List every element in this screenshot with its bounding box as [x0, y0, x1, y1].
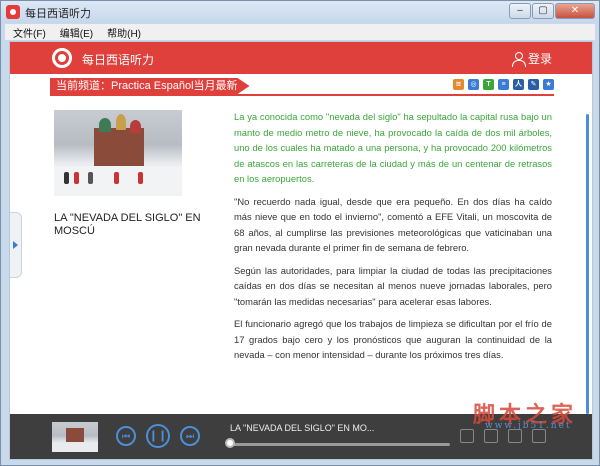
article-paragraph: Según las autoridades, para limpiar la c… [234, 264, 552, 307]
progress-handle[interactable] [225, 438, 235, 448]
next-button[interactable]: ⏭ [180, 426, 200, 446]
doc-icon[interactable]: ≡ [498, 79, 509, 90]
previous-button[interactable]: ⏮ [116, 426, 136, 446]
article-paragraph: La ya conocida como "nevada del siglo" h… [234, 111, 552, 184]
scrollbar[interactable] [586, 114, 589, 414]
window-title: 每日西语听力 [25, 8, 91, 20]
toolbar: ≋ ◎ T ≡ 人 ✎ ★ [449, 79, 554, 90]
pause-button[interactable]: ❙❙ [146, 424, 170, 448]
current-channel[interactable]: 当前频道：Practica Español当月最新 [50, 78, 250, 94]
article-body: La ya conocida como "nevada del siglo" h… [234, 109, 552, 370]
article-title[interactable]: LA "NEVADA DEL SIGLO" EN MOSCÚ [54, 212, 214, 238]
brand-logo-icon [52, 48, 72, 68]
sidebar-toggle[interactable] [10, 212, 22, 278]
menu-edit[interactable]: 编辑(E) [60, 25, 93, 40]
share-icon[interactable]: ◎ [468, 79, 479, 90]
article-paragraph: El funcionario agregó que los trabajos d… [234, 318, 552, 360]
menu-file[interactable]: 文件(F) [13, 25, 46, 40]
list-icon[interactable] [508, 429, 522, 443]
watermark-url: www.jb51.net [485, 421, 572, 431]
title-bar[interactable]: 每日西语听力 – ▢ ✕ [1, 1, 599, 23]
document-icon[interactable] [484, 429, 498, 443]
maximize-button[interactable]: ▢ [532, 3, 554, 19]
star-icon[interactable]: ★ [543, 79, 554, 90]
brand-name: 每日西语听力 [82, 53, 155, 67]
user-icon [511, 51, 526, 67]
rss-icon[interactable]: ≋ [453, 79, 464, 90]
text-icon[interactable]: T [483, 79, 494, 90]
minimize-button[interactable]: – [509, 3, 531, 19]
login-button[interactable]: 登录 [511, 50, 552, 67]
download-icon[interactable] [460, 429, 474, 443]
article-paragraph: "No recuerdo nada igual, desde que era p… [234, 195, 552, 254]
volume-icon[interactable] [532, 429, 546, 443]
article-thumbnail[interactable] [54, 110, 182, 196]
app-window: 每日西语听力 – ▢ ✕ 文件(F) 编辑(E) 帮助(H) 每日西语听力 登录… [0, 0, 600, 466]
watermark: 脚本之家 www.jb51.net [473, 397, 577, 431]
login-label: 登录 [527, 52, 552, 66]
player-thumbnail [52, 422, 98, 452]
channel-bar: 当前频道：Practica Español当月最新 ≋ ◎ T ≡ 人 ✎ ★ [50, 78, 554, 96]
progress-bar[interactable] [230, 443, 450, 446]
edit-icon[interactable]: ✎ [528, 79, 539, 90]
close-button[interactable]: ✕ [555, 3, 595, 19]
now-playing-title: LA "NEVADA DEL SIGLO" EN MO... [230, 423, 375, 433]
app-logo-icon [6, 5, 20, 19]
app-header: 每日西语听力 登录 [10, 42, 592, 74]
menu-bar: 文件(F) 编辑(E) 帮助(H) [5, 24, 595, 40]
menu-help[interactable]: 帮助(H) [107, 25, 141, 40]
person-icon[interactable]: 人 [513, 79, 524, 90]
